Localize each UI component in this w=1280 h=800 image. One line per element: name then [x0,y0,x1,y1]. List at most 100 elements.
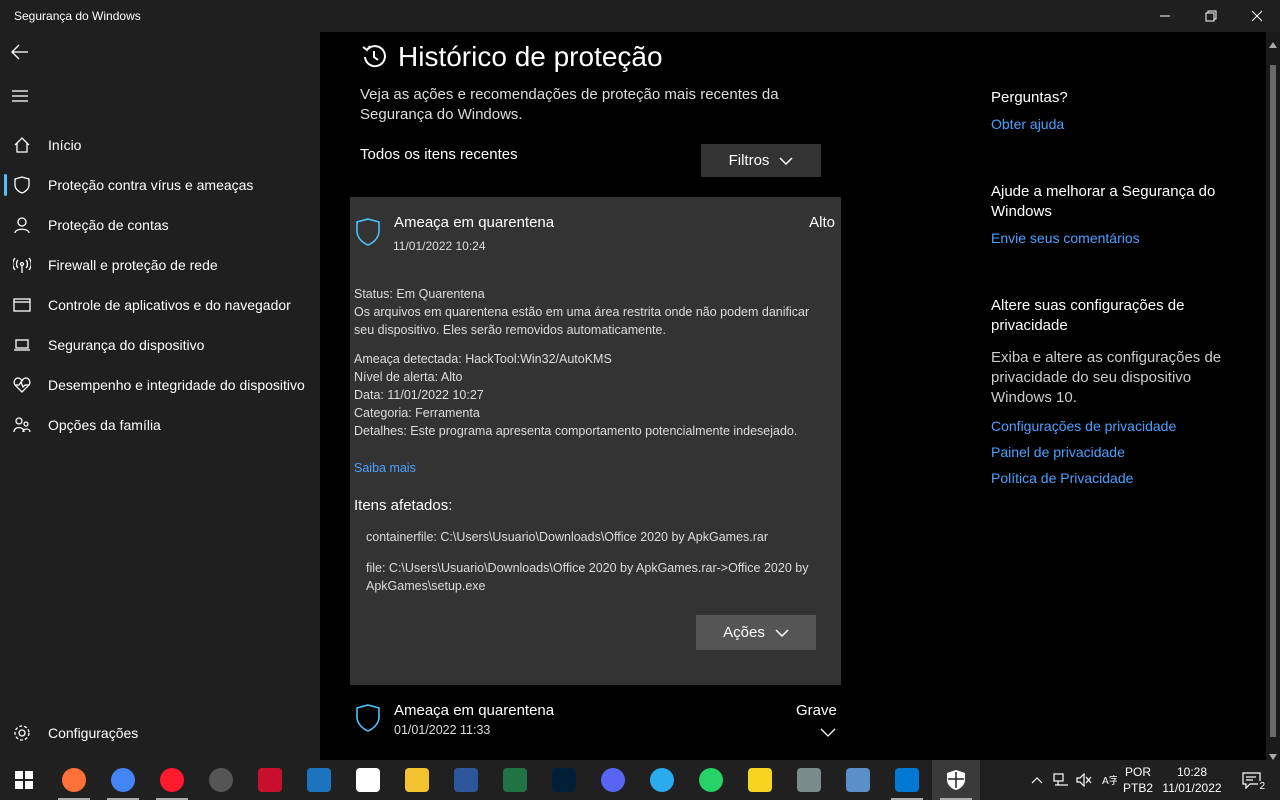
input-method-icon[interactable]: A字 [1097,760,1121,800]
date-line: Data: 11/01/2022 10:27 [354,388,484,402]
bim-icon [307,768,331,792]
notifications-button[interactable]: 2 [1232,760,1272,800]
details-line: Detalhes: Este programa apresenta compor… [354,424,798,438]
privacy-dashboard-link[interactable]: Painel de privacidade [991,444,1231,460]
hamburger-icon [12,90,28,102]
alert-level-line: Nível de alerta: Alto [354,370,463,384]
antenna-icon [2,245,42,285]
sidebar-item-firewall[interactable]: Firewall e proteção de rede [0,245,320,285]
threat-title[interactable]: Ameaça em quarentena [394,702,554,719]
taskbar-app-discord[interactable] [589,760,637,800]
taskbar-app-word[interactable] [442,760,490,800]
home-icon [2,125,42,165]
close-button[interactable] [1234,0,1280,32]
taskbar: A字 POR PTB2 10:28 11/01/2022 2 [0,760,1280,800]
sidebar-item-app-browser-control[interactable]: Controle de aplicativos e do navegador [0,285,320,325]
title-bar: Segurança do Windows [0,0,1280,32]
app-window-icon [797,768,821,792]
sidebar-item-label: Firewall e proteção de rede [48,257,218,273]
tray-expand-button[interactable] [1026,760,1048,800]
taskbar-app-obs[interactable] [197,760,245,800]
taskbar-app-photoshop[interactable] [540,760,588,800]
firefox-icon [62,768,86,792]
shield-icon [355,704,381,737]
filters-button[interactable]: Filtros [701,144,821,177]
sidebar-item-device-health[interactable]: Desempenho e integridade do dispositivo [0,365,320,405]
bim-sight-icon [356,768,380,792]
privacy-text: Exiba e altere as configurações de priva… [991,349,1222,406]
sidebar-item-label: Controle de aplicativos e do navegador [48,297,291,313]
browser-window-icon [2,285,42,325]
telegram-icon [650,768,674,792]
page-title: Histórico de proteção [360,36,663,78]
taskbar-app-sticky-notes[interactable] [736,760,784,800]
taskbar-app-opera[interactable] [148,760,196,800]
network-icon[interactable] [1050,760,1072,800]
threat-card-expanded[interactable]: Ameaça em quarentena 11/01/2022 10:24 Al… [350,197,841,685]
volume-muted-icon[interactable] [1073,760,1095,800]
restore-icon [1205,10,1217,22]
feedback-link[interactable]: Envie seus comentários [991,230,1231,246]
back-button[interactable] [0,32,40,72]
sidebar-item-home[interactable]: Início [0,125,320,165]
actions-button[interactable]: Ações [696,615,816,650]
menu-button[interactable] [0,76,40,116]
vscode-icon [895,768,919,792]
back-arrow-icon [11,44,28,60]
taskbar-app-autocad[interactable] [246,760,294,800]
expand-button[interactable] [820,724,836,742]
scrollbar[interactable] [1266,32,1280,760]
shield-icon [355,218,381,251]
actions-label: Ações [723,624,765,641]
chrome-icon [111,768,135,792]
scroll-down-icon[interactable] [1268,748,1278,760]
scroll-thumb[interactable] [1270,65,1276,737]
taskbar-app-whatsapp[interactable] [687,760,735,800]
taskbar-app-windows-security[interactable] [932,760,980,800]
taskbar-app-explorer[interactable] [393,760,441,800]
sidebar-item-settings[interactable]: Configurações [0,713,320,753]
status-description: Os arquivos em quarentena estão em uma á… [354,305,810,337]
taskbar-app-vscode[interactable] [883,760,931,800]
taskbar-app-bim-sight[interactable] [344,760,392,800]
privacy-policy-link[interactable]: Política de Privacidade [991,470,1231,486]
obs-icon [209,768,233,792]
sidebar-item-virus-protection[interactable]: Proteção contra vírus e ameaças [0,165,320,205]
sidebar: Início Proteção contra vírus e ameaças P… [0,32,320,760]
threat-date: 11/01/2022 10:24 [393,239,486,253]
status-line: Status: Em Quarentena [354,287,485,301]
start-button[interactable] [0,760,48,800]
chevron-down-icon [779,156,793,165]
scroll-up-icon[interactable] [1268,36,1278,48]
taskbar-app-app-window[interactable] [785,760,833,800]
control-panel-icon [846,768,870,792]
windows-logo-icon [15,771,33,789]
clock[interactable]: 10:28 11/01/2022 [1160,760,1224,800]
restore-button[interactable] [1188,0,1234,32]
shield-icon [2,165,42,205]
sidebar-item-family-options[interactable]: Opções da família [0,405,320,445]
learn-more-link[interactable]: Saiba mais [354,459,416,477]
sidebar-item-label: Configurações [48,725,139,741]
language-indicator[interactable]: POR PTB2 [1122,760,1154,800]
sidebar-item-device-security[interactable]: Segurança do dispositivo [0,325,320,365]
taskbar-app-control-panel[interactable] [834,760,882,800]
threat-detected-line: Ameaça detectada: HackTool:Win32/AutoKMS [354,352,612,366]
discord-icon [601,768,625,792]
taskbar-app-telegram[interactable] [638,760,686,800]
taskbar-app-excel[interactable] [491,760,539,800]
sidebar-item-label: Início [48,137,82,153]
minimize-button[interactable] [1142,0,1188,32]
privacy-section: Altere suas configurações de privacidade… [991,296,1231,486]
taskbar-app-chrome[interactable] [99,760,147,800]
taskbar-app-firefox[interactable] [50,760,98,800]
sidebar-item-account-protection[interactable]: Proteção de contas [0,205,320,245]
privacy-settings-link[interactable]: Configurações de privacidade [991,418,1231,434]
word-icon [454,768,478,792]
person-icon [2,205,42,245]
close-icon [1251,10,1263,22]
sidebar-item-label: Segurança do dispositivo [48,337,205,353]
taskbar-app-bim[interactable] [295,760,343,800]
sidebar-item-label: Proteção de contas [48,217,169,233]
get-help-link[interactable]: Obter ajuda [991,116,1231,132]
